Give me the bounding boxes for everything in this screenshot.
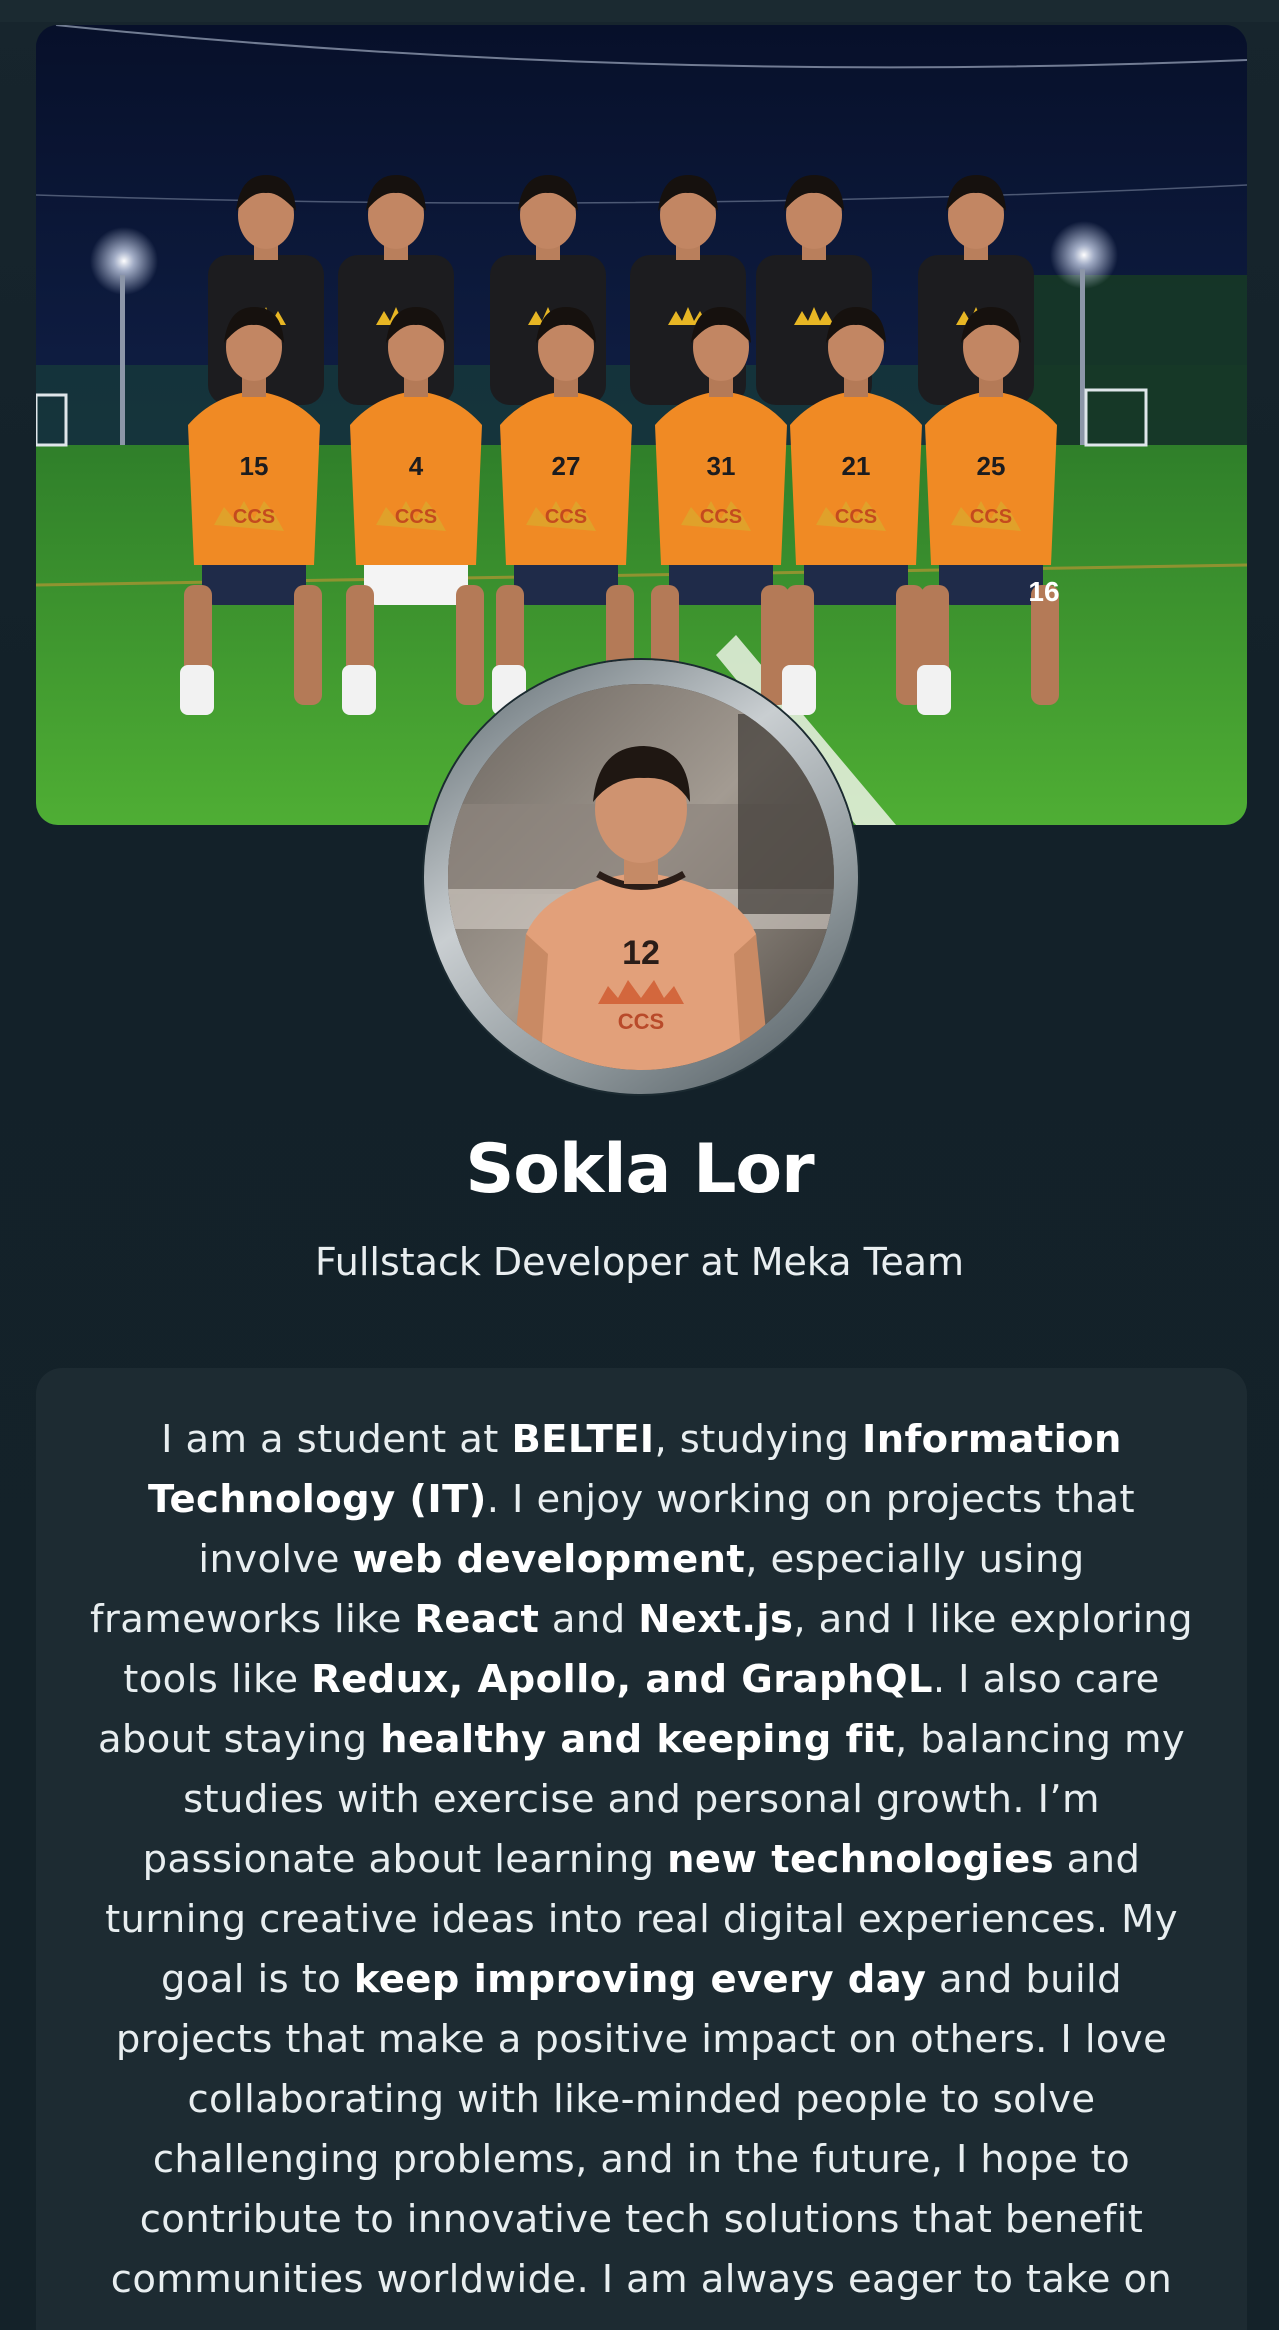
bio-text: I am a student at BELTEI, studying Infor… — [86, 1410, 1197, 2310]
jersey-number: 21 — [842, 451, 871, 481]
bio-segment: and — [539, 1597, 639, 1642]
bio-highlight: React — [414, 1597, 540, 1642]
bio-highlight: Next.js — [638, 1597, 794, 1642]
bio-highlight: Redux, Apollo, and GraphQL — [311, 1657, 933, 1702]
jersey-badge: CCS — [835, 506, 877, 528]
avatar[interactable]: 12 CCS — [448, 684, 834, 1070]
jersey-number: 31 — [707, 451, 736, 481]
profile-photo-icon: 12 CCS — [448, 684, 834, 1070]
profile-name: Sokla Lor — [465, 1130, 814, 1209]
avatar-jersey-number: 12 — [622, 934, 660, 972]
jersey-number: 4 — [409, 451, 424, 481]
bio-highlight: web development — [352, 1537, 746, 1582]
bio-highlight: healthy and keeping fit — [380, 1717, 896, 1762]
profile-role: Fullstack Developer at Meka Team — [314, 1240, 965, 1284]
bio-highlight: new technologies — [667, 1837, 1055, 1882]
jersey-badge: CCS — [700, 506, 742, 528]
jersey-badge: CCS — [233, 506, 275, 528]
profile-page: 15 CCS 4 CCS 27 CCS 31 CCS 21 CCS 25 CCS 16 12 CCS — [0, 0, 1279, 2330]
avatar-jersey-badge: CCS — [618, 1009, 664, 1034]
bio-segment: I am a student at — [161, 1417, 512, 1462]
jersey-number: 15 — [240, 451, 269, 481]
bio-highlight: BELTEI — [511, 1417, 655, 1462]
bio-segment: and build projects that make a positive … — [110, 1957, 1173, 2302]
shorts-number: 16 — [1028, 576, 1059, 607]
jersey-badge: CCS — [970, 506, 1012, 528]
jersey-badge: CCS — [545, 506, 587, 528]
jersey-number: 25 — [977, 451, 1006, 481]
bio-highlight: keep improving every day — [353, 1957, 927, 2002]
bio-segment: , studying — [654, 1417, 862, 1462]
jersey-number: 27 — [552, 451, 581, 481]
top-bar — [0, 0, 1279, 22]
jersey-badge: CCS — [395, 506, 437, 528]
